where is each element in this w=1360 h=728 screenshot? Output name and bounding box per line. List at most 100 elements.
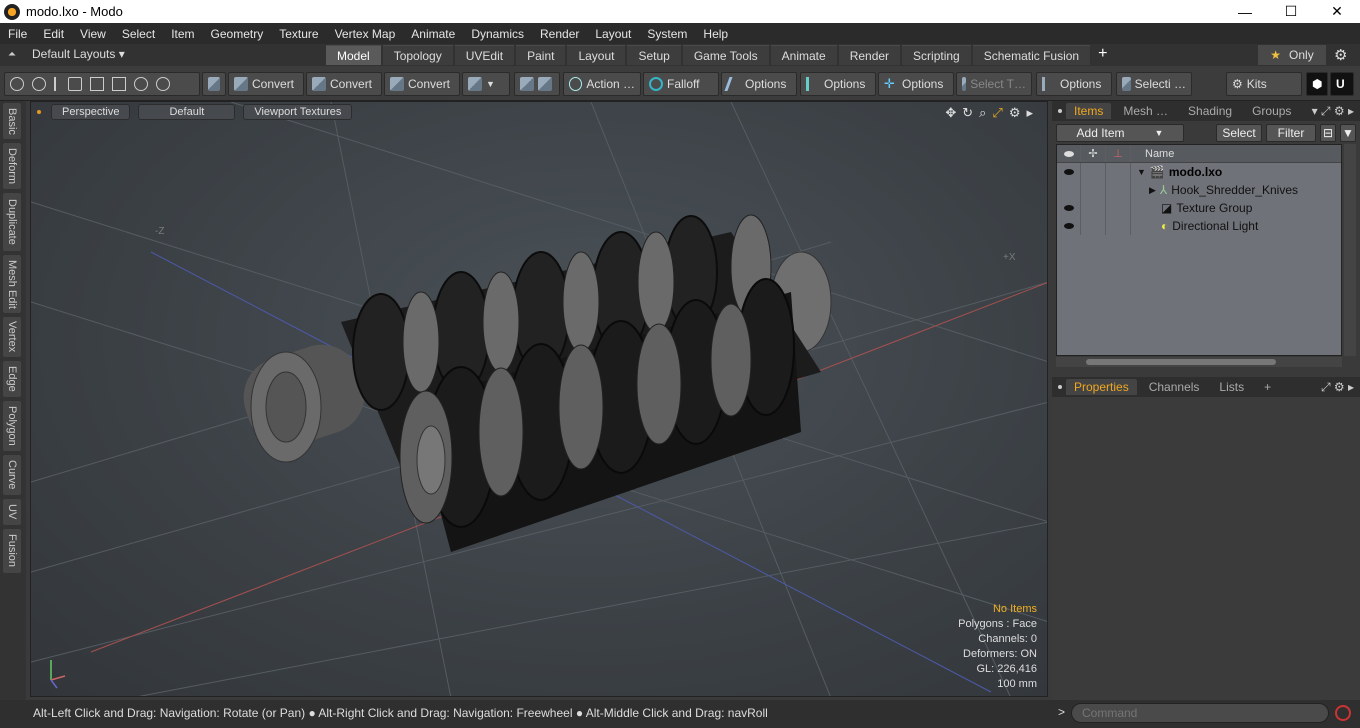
- menu-item[interactable]: Item: [163, 27, 202, 41]
- list-item[interactable]: ▶ ⅄ Hook_Shredder_Knives: [1057, 181, 1341, 199]
- tab-groups[interactable]: Groups: [1244, 103, 1299, 119]
- only-toggle[interactable]: ★ Only: [1258, 45, 1326, 65]
- list-item[interactable]: ▼ 🎬 modo.lxo: [1057, 163, 1341, 181]
- default-layouts-dropdown[interactable]: Default Layouts ▾: [32, 47, 125, 61]
- vertex-mode-icon[interactable]: [10, 77, 24, 91]
- menu-texture[interactable]: Texture: [271, 27, 326, 41]
- eye-icon[interactable]: [1063, 223, 1074, 229]
- tab-animate[interactable]: Animate: [770, 45, 837, 65]
- convert-button-1[interactable]: Convert: [228, 72, 304, 96]
- tab-shading[interactable]: Shading: [1180, 103, 1240, 119]
- 3d-viewport[interactable]: -Z +X Perspective Default Viewport Textu…: [30, 101, 1048, 697]
- tab-game-tools[interactable]: Game Tools: [682, 45, 769, 65]
- tab-channels[interactable]: Channels: [1141, 379, 1208, 395]
- edge-mode-icon[interactable]: [90, 77, 104, 91]
- menu-view[interactable]: View: [72, 27, 114, 41]
- lefttab-deform[interactable]: Deform: [3, 143, 21, 189]
- eye-icon[interactable]: [1063, 169, 1074, 175]
- rotate-view-icon[interactable]: ↻: [962, 105, 973, 121]
- panel-options-icons[interactable]: ⤢ ⚙ ▸: [1321, 380, 1354, 395]
- menu-layout[interactable]: Layout: [587, 27, 639, 41]
- lefttab-polygon[interactable]: Polygon: [3, 401, 21, 451]
- item-list-vscroll[interactable]: [1344, 144, 1356, 356]
- tab-layout[interactable]: Layout: [567, 45, 626, 65]
- tab-items[interactable]: Items: [1066, 103, 1112, 119]
- unreal-button[interactable]: U: [1330, 72, 1354, 96]
- viewport-menu-dot-icon[interactable]: [37, 110, 41, 114]
- lefttab-curve[interactable]: Curve: [3, 455, 21, 495]
- tab-topology[interactable]: Topology: [382, 45, 453, 65]
- lefttab-uv[interactable]: UV: [3, 499, 21, 525]
- item-list-hscroll[interactable]: [1056, 357, 1342, 367]
- item-mode-icon[interactable]: [134, 77, 148, 91]
- select-button[interactable]: Select: [1216, 124, 1262, 142]
- lasso-icon[interactable]: [68, 77, 82, 91]
- tab-properties[interactable]: Properties: [1066, 379, 1137, 395]
- name-column-header[interactable]: Name: [1145, 148, 1174, 160]
- expand-arrow-icon[interactable]: ▶: [1149, 185, 1156, 196]
- menu-help[interactable]: Help: [695, 27, 736, 41]
- perspective-button[interactable]: Perspective: [51, 104, 131, 120]
- options-button-3[interactable]: ✛ Options: [878, 72, 954, 96]
- maximize-button[interactable]: ☐: [1268, 0, 1314, 23]
- tab-model[interactable]: Model: [326, 45, 381, 65]
- list-item[interactable]: ◪ Texture Group: [1057, 199, 1341, 217]
- add-item-button[interactable]: Add Item ▼: [1056, 124, 1184, 142]
- convert-button-3[interactable]: Convert: [384, 72, 460, 96]
- add-tab-icon[interactable]: +: [1098, 45, 1107, 65]
- globe-icon[interactable]: [32, 77, 46, 91]
- action-center-button[interactable]: Action …: [563, 72, 641, 96]
- lefttab-mesh-edit[interactable]: Mesh Edit: [3, 255, 21, 313]
- menu-system[interactable]: System: [639, 27, 695, 41]
- lefttab-fusion[interactable]: Fusion: [3, 529, 21, 573]
- shield-tool[interactable]: [202, 72, 226, 96]
- menu-render[interactable]: Render: [532, 27, 587, 41]
- move-view-icon[interactable]: ✥: [945, 105, 956, 121]
- falloff-pen-icon[interactable]: [54, 77, 60, 91]
- gear-icon[interactable]: ⚙: [1334, 46, 1347, 64]
- lefttab-basic[interactable]: Basic: [3, 103, 21, 139]
- visibility-column[interactable]: [1057, 145, 1081, 162]
- type-column[interactable]: ⊥: [1106, 145, 1131, 162]
- collapse-icon[interactable]: ⊟: [1320, 124, 1336, 142]
- tab-render[interactable]: Render: [838, 45, 901, 65]
- shading-default-button[interactable]: Default: [138, 104, 236, 120]
- menu-dynamics[interactable]: Dynamics: [463, 27, 532, 41]
- lefttab-vertex[interactable]: Vertex: [3, 317, 21, 357]
- menu-geometry[interactable]: Geometry: [203, 27, 272, 41]
- lock-column[interactable]: ✢: [1081, 145, 1106, 162]
- lefttab-edge[interactable]: Edge: [3, 361, 21, 397]
- viewport-arrow-icon[interactable]: ▸: [1026, 105, 1033, 121]
- expand-arrow-icon[interactable]: ▼: [1137, 167, 1146, 177]
- filter-button[interactable]: Filter: [1266, 124, 1316, 142]
- options-button-2[interactable]: Options: [800, 72, 876, 96]
- falloff-button[interactable]: Falloff: [643, 72, 719, 96]
- tab-setup[interactable]: Setup: [627, 45, 681, 65]
- options-button-1[interactable]: Options: [721, 72, 797, 96]
- menu-animate[interactable]: Animate: [403, 27, 463, 41]
- menu-edit[interactable]: Edit: [35, 27, 72, 41]
- primitive-dropdown[interactable]: ▼: [462, 72, 510, 96]
- kits-button[interactable]: ⚙ Kits: [1226, 72, 1302, 96]
- zoom-view-icon[interactable]: ⌕: [979, 105, 986, 121]
- viewport-textures-button[interactable]: Viewport Textures: [243, 104, 353, 120]
- unity-button[interactable]: ⬢: [1306, 72, 1328, 96]
- material-mode-icon[interactable]: [156, 77, 170, 91]
- menu-select[interactable]: Select: [114, 27, 163, 41]
- collapse-up-icon[interactable]: ⏶: [8, 49, 16, 60]
- command-input[interactable]: [1071, 703, 1329, 723]
- tab-paint[interactable]: Paint: [516, 45, 566, 65]
- menu-vertex-map[interactable]: Vertex Map: [327, 27, 404, 41]
- minimize-button[interactable]: —: [1222, 0, 1268, 23]
- list-item[interactable]: ◐ Directional Light: [1057, 217, 1341, 235]
- tab-mesh[interactable]: Mesh …: [1115, 103, 1176, 119]
- add-panel-tab-icon[interactable]: +: [1256, 379, 1279, 395]
- eye-icon[interactable]: [1063, 205, 1074, 211]
- options-button-4[interactable]: Options: [1036, 72, 1112, 96]
- tab-uvedit[interactable]: UVEdit: [454, 45, 515, 65]
- record-macro-icon[interactable]: [1335, 705, 1351, 721]
- funnel-icon[interactable]: ▼: [1340, 124, 1356, 142]
- panel-options-icons[interactable]: ▾ ⤢ ⚙ ▸: [1312, 104, 1354, 119]
- tab-scripting[interactable]: Scripting: [902, 45, 971, 65]
- lefttab-duplicate[interactable]: Duplicate: [3, 193, 21, 251]
